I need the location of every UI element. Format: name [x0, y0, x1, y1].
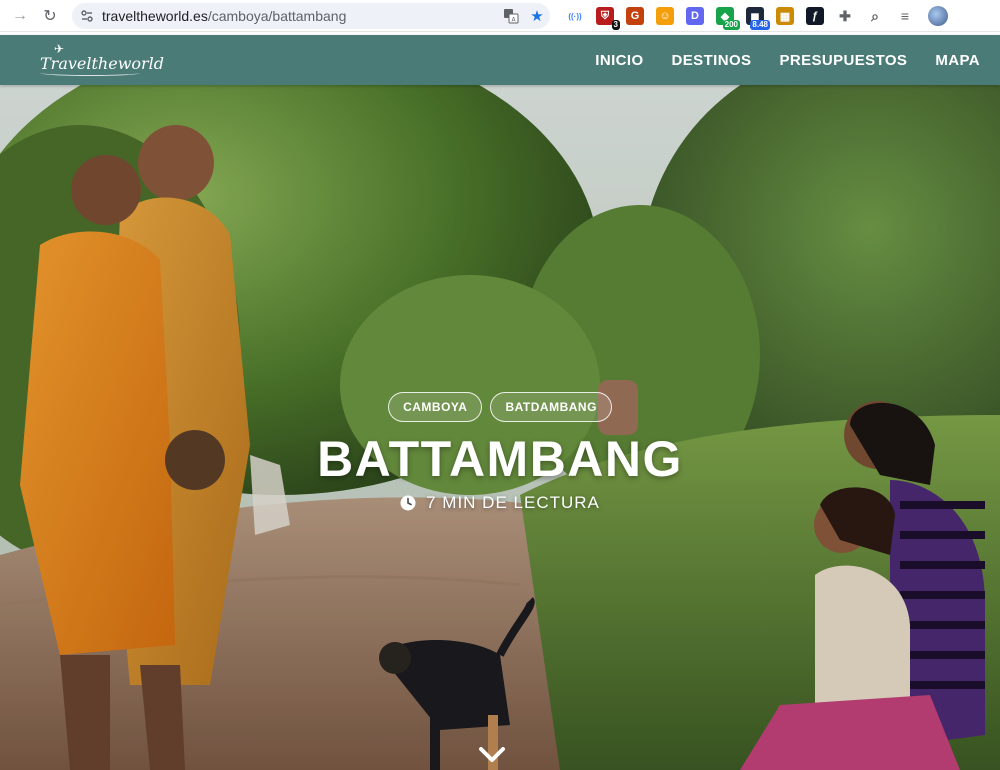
site-logo[interactable]: ✈ Traveltheworld [40, 40, 164, 80]
smiley-icon[interactable]: ☺ [656, 7, 674, 25]
bookmark-star-icon[interactable]: ★ [524, 3, 550, 29]
nav-item-destinos[interactable]: DESTINOS [672, 52, 752, 69]
tag-batdambang[interactable]: BATDAMBANG [490, 392, 612, 422]
hero-overlay [0, 85, 1000, 770]
nav-item-mapa[interactable]: MAPA [935, 52, 980, 69]
playlist-icon[interactable]: ≡ [896, 7, 914, 25]
site-settings-icon[interactable] [72, 9, 102, 23]
hero-section: CAMBOYA BATDAMBANG BATTAMBANG 7 MIN DE L… [0, 85, 1000, 770]
function-icon[interactable]: ƒ [806, 7, 824, 25]
chevron-down-icon[interactable] [478, 745, 506, 765]
nav-item-presupuestos[interactable]: PRESUPUESTOS [779, 52, 907, 69]
address-bar[interactable]: traveltheworld.es/camboya/battambang A ★ [72, 3, 550, 29]
url-host: traveltheworld.es [102, 8, 208, 24]
hero-tags: CAMBOYA BATDAMBANG [0, 392, 1000, 422]
profile-avatar[interactable] [928, 6, 948, 26]
extensions-bar: ((·)) ⛨ 3 G ☺ D ◆ 200 ◼ 8.48 ▦ ƒ ✚ ⌕ ≡ [560, 4, 948, 30]
reading-time: 7 MIN DE LECTURA [0, 493, 1000, 513]
main-nav: INICIO DESTINOS PRESUPUESTOS MAPA [567, 35, 980, 85]
nav-item-inicio[interactable]: INICIO [595, 52, 643, 69]
grammar-icon[interactable]: G [626, 7, 644, 25]
site-header: ✈ Traveltheworld INICIO DESTINOS PRESUPU… [0, 35, 1000, 85]
puzzle-icon[interactable]: ✚ [836, 7, 854, 25]
browser-toolbar: → ↻ traveltheworld.es/camboya/battambang… [0, 0, 1000, 32]
d-icon[interactable]: D [686, 7, 704, 25]
url-text: traveltheworld.es/camboya/battambang [102, 8, 498, 24]
extension-badge: 8.48 [750, 20, 770, 30]
shield-icon[interactable]: ⛨ 3 [596, 7, 620, 30]
url-path: /camboya/battambang [207, 8, 347, 24]
broadcast-icon[interactable]: ((·)) [566, 7, 584, 25]
plane-icon: ✈ [54, 42, 65, 56]
clock-icon [400, 495, 416, 511]
reading-time-text: 7 MIN DE LECTURA [426, 493, 600, 512]
extension-badge: 3 [611, 20, 620, 30]
reload-icon[interactable]: ↻ [36, 2, 64, 30]
logo-swoosh [40, 70, 140, 76]
screenshot-icon[interactable]: ⌕ [866, 7, 884, 25]
dark-ext-icon[interactable]: ◼ 8.48 [746, 7, 770, 30]
color-ext-icon[interactable]: ▦ [776, 7, 794, 25]
tag-camboya[interactable]: CAMBOYA [388, 392, 483, 422]
green-ext-icon[interactable]: ◆ 200 [716, 7, 740, 30]
page-title: BATTAMBANG [317, 431, 683, 487]
translate-icon[interactable]: A [498, 3, 524, 29]
extension-badge: 200 [722, 20, 740, 30]
back-arrow-icon[interactable]: → [6, 2, 34, 30]
